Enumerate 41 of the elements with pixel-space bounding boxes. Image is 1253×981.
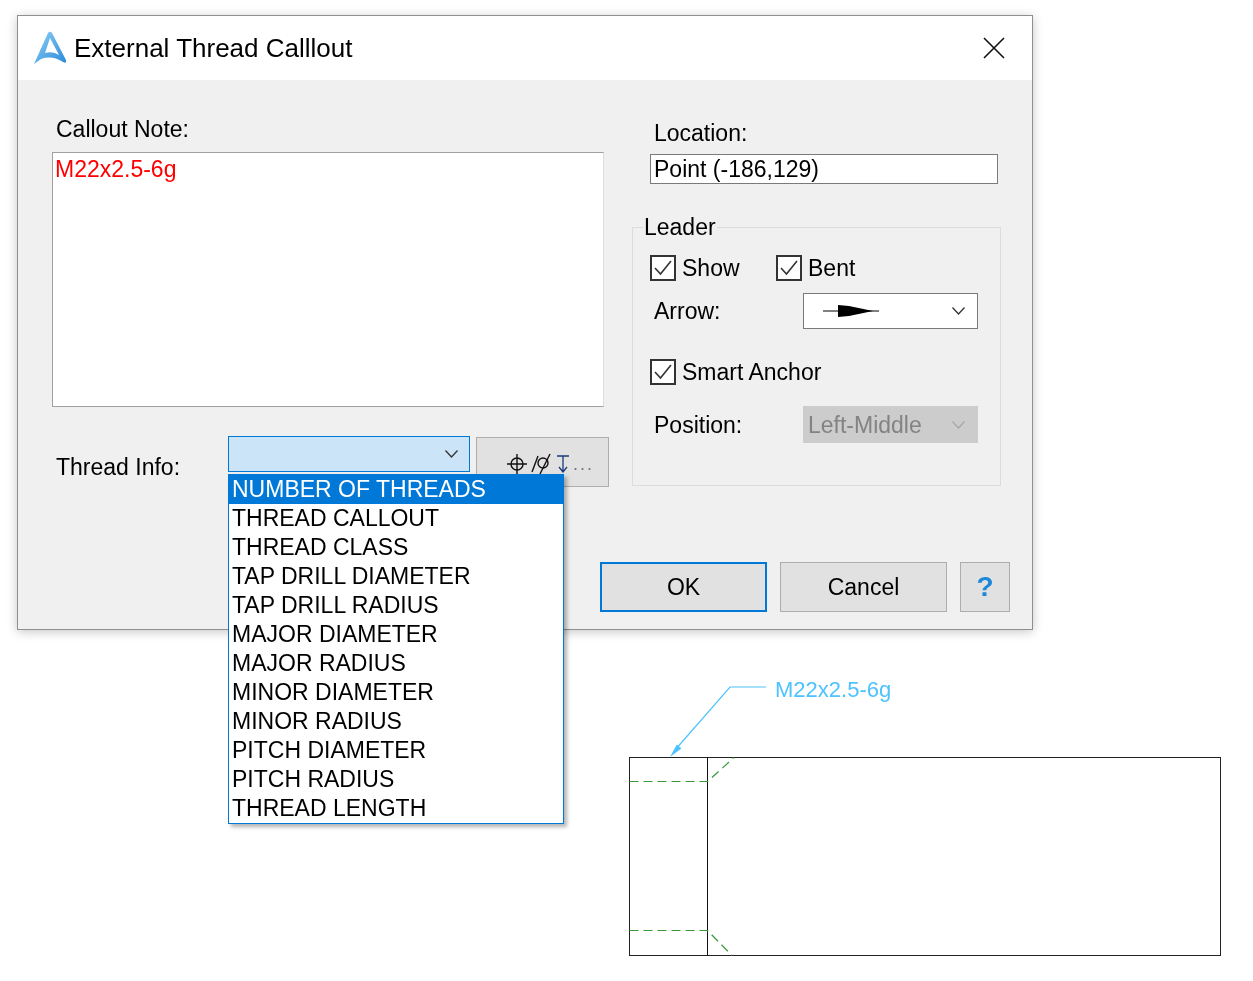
chevron-down-icon [952,307,965,315]
dropdown-option[interactable]: MAJOR DIAMETER [229,620,563,649]
field-label: Thread Info: [55,454,181,480]
field-label: Location: [653,120,748,146]
chevron-down-icon [952,420,965,429]
dropdown-option[interactable]: PITCH DIAMETER [229,736,563,765]
dropdown-option[interactable]: THREAD LENGTH [229,794,563,823]
arrow-icon [823,304,879,318]
location-field[interactable]: Point (-186,129) [650,154,998,184]
close-icon[interactable] [983,37,1005,59]
ok-button[interactable]: OK [600,562,767,612]
position-dropdown: Left-Middle [803,406,978,443]
field-label: Callout Note: [55,116,189,142]
app-logo-icon [33,31,67,65]
checkbox[interactable] [650,255,676,281]
checkbox[interactable] [776,255,802,281]
position-symbol-icon [507,454,527,474]
thread-info-dropdown[interactable] [228,436,470,472]
dropdown-option[interactable]: THREAD CALLOUT [229,504,563,533]
dropdown-option[interactable]: THREAD CLASS [229,533,563,562]
dropdown-option[interactable]: MINOR DIAMETER [229,678,563,707]
checkbox-label: Smart Anchor [682,359,822,385]
checkbox-label: Bent [808,255,856,281]
depth-symbol-icon [557,455,569,473]
field-label: Position: [654,411,743,438]
dropdown-option[interactable]: TAP DRILL DIAMETER [229,562,563,591]
callout-text: M22x2.5-6g [775,677,892,702]
dropdown-option[interactable]: NUMBER OF THREADS [229,475,563,504]
checkbox-label: Show [682,255,740,281]
callout-note-field[interactable]: M22x2.5-6g [52,152,604,407]
dropdown-option[interactable]: PITCH RADIUS [229,765,563,794]
checkbox[interactable] [650,359,676,385]
arrow-style-dropdown[interactable] [803,293,978,329]
cancel-button[interactable]: Cancel [780,562,947,612]
dropdown-option[interactable]: TAP DRILL RADIUS [229,591,563,620]
dropdown-option[interactable]: MINOR RADIUS [229,707,563,736]
window-title: External Thread Calllout [74,33,353,63]
dropdown-option[interactable]: MAJOR RADIUS [229,649,563,678]
chevron-down-icon [445,450,458,458]
diameter-symbol-icon [531,453,553,475]
field-label: Arrow: [654,298,721,324]
